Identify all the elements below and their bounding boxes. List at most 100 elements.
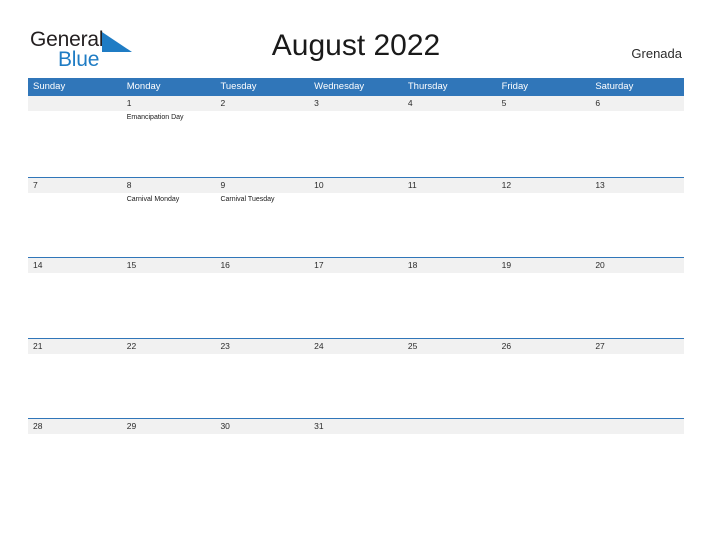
day-cell <box>497 193 591 257</box>
day-cell <box>497 273 591 337</box>
day-number[interactable]: 16 <box>215 258 309 273</box>
day-number[interactable]: 11 <box>403 178 497 193</box>
page-title: August 2022 <box>271 29 441 62</box>
day-number[interactable]: 12 <box>497 178 591 193</box>
day-cell <box>28 354 122 418</box>
day-cell <box>590 193 684 257</box>
week-events-row: Carnival Monday Carnival Tuesday <box>28 193 684 257</box>
day-cell <box>590 434 684 498</box>
day-number[interactable]: 30 <box>215 419 309 434</box>
weekday-header-friday: Friday <box>501 81 528 92</box>
day-cell <box>309 111 403 175</box>
weekday-header-tuesday: Tuesday <box>220 81 257 92</box>
day-number[interactable]: 25 <box>403 339 497 354</box>
weekday-header-thursday: Thursday <box>407 81 448 92</box>
day-number[interactable]: 4 <box>403 96 497 111</box>
day-number-empty <box>28 96 122 111</box>
day-cell: Carnival Monday <box>122 193 216 257</box>
day-cell <box>590 111 684 175</box>
holiday-label: Emancipation Day <box>126 114 184 121</box>
week-date-band: 14 15 16 17 18 19 20 <box>28 258 684 273</box>
day-number[interactable]: 19 <box>497 258 591 273</box>
day-cell <box>309 193 403 257</box>
day-cell <box>403 354 497 418</box>
day-number[interactable]: 17 <box>309 258 403 273</box>
calendar-week-row: 14 15 16 17 18 19 20 <box>28 257 684 338</box>
day-number[interactable]: 2 <box>215 96 309 111</box>
day-number[interactable]: 9 <box>215 178 309 193</box>
day-cell <box>215 273 309 337</box>
day-cell <box>215 111 309 175</box>
holiday-label: Carnival Monday <box>126 195 180 203</box>
day-cell: Emancipation Day <box>122 111 216 175</box>
day-cell <box>215 354 309 418</box>
week-events-row: Emancipation Day <box>28 111 684 175</box>
calendar-week-row: 28 29 30 31 <box>28 418 684 499</box>
day-number[interactable]: 24 <box>309 339 403 354</box>
day-cell: Carnival Tuesday <box>215 193 309 257</box>
calendar-grid: Sunday Monday Tuesday Wednesday Thursday Frid… <box>28 78 684 499</box>
week-events-row <box>28 273 684 337</box>
calendar-page: General Blue August 2022 Grenada Sunday M… <box>0 0 712 550</box>
day-number[interactable]: 29 <box>122 419 216 434</box>
weekday-header-monday: Monday <box>126 81 161 92</box>
week-date-band: 123456 <box>28 96 684 111</box>
day-cell <box>590 354 684 418</box>
day-cell <box>309 354 403 418</box>
week-date-band: 7 8 9 10 11 12 13 <box>28 177 684 193</box>
day-number[interactable]: 26 <box>497 339 591 354</box>
calendar-week-row: 7 8 9 10 11 12 13 Carnival Monday Carnival Tuesd… <box>28 176 684 258</box>
day-cell <box>28 193 122 257</box>
day-number[interactable]: 22 <box>122 339 216 354</box>
weekday-header-sunday: Sunday <box>33 81 66 92</box>
day-number-empty <box>403 419 497 434</box>
weekday-header-saturday: Saturday <box>595 81 634 92</box>
day-cell <box>403 111 497 175</box>
page-header: General Blue August 2022 Grenada <box>0 0 712 78</box>
day-cell <box>497 434 591 498</box>
week-date-band: 21 22 23 24 25 26 27 <box>28 338 684 354</box>
day-cell <box>403 273 497 337</box>
day-cell <box>403 193 497 257</box>
day-cell <box>122 273 216 337</box>
day-number[interactable]: 21 <box>28 339 122 354</box>
day-number[interactable]: 15 <box>122 258 216 273</box>
day-number[interactable]: 20 <box>590 258 684 273</box>
day-cell <box>28 434 122 498</box>
day-number[interactable]: 23 <box>215 339 309 354</box>
day-number[interactable]: 31 <box>309 419 403 434</box>
day-number[interactable]: 13 <box>590 178 684 193</box>
day-number-empty <box>590 419 684 434</box>
day-cell <box>497 354 591 418</box>
weekday-header-wednesday: Wednesday <box>314 81 365 92</box>
day-cell <box>28 273 122 337</box>
day-number[interactable]: 1 <box>122 96 216 111</box>
day-number[interactable]: 7 <box>28 178 122 193</box>
week-events-row <box>28 434 684 498</box>
day-number[interactable]: 28 <box>28 419 122 434</box>
day-number[interactable]: 27 <box>590 339 684 354</box>
day-cell <box>497 111 591 175</box>
week-date-band: 28 29 30 31 <box>28 419 684 434</box>
calendar-week-row: 1 2 3 4 5 6 Emancipation Day <box>28 96 684 177</box>
calendar-week-row: 21 22 23 24 25 26 27 <box>28 337 684 419</box>
weekday-header-row: Sunday Monday Tuesday Wednesday Thursday Frid… <box>28 78 684 96</box>
day-number-empty <box>497 419 591 434</box>
day-number[interactable]: 8 <box>122 178 216 193</box>
day-number[interactable]: 3 <box>309 96 403 111</box>
week-events-row <box>28 354 684 418</box>
day-cell <box>122 434 216 498</box>
day-cell <box>215 434 309 498</box>
calendar-weeks: 1 2 3 4 5 6 Emancipation Day 7 8 9 10 11 12 13 Carniva… <box>28 96 684 499</box>
day-cell <box>309 434 403 498</box>
day-cell <box>309 273 403 337</box>
day-number[interactable]: 5 <box>497 96 591 111</box>
day-cell <box>590 273 684 337</box>
day-number[interactable]: 10 <box>309 178 403 193</box>
day-cell <box>28 111 122 175</box>
day-number[interactable]: 18 <box>403 258 497 273</box>
country-label: Grenada <box>631 46 682 61</box>
day-number[interactable]: 6 <box>590 96 684 111</box>
day-cell <box>122 354 216 418</box>
day-number[interactable]: 14 <box>28 258 122 273</box>
